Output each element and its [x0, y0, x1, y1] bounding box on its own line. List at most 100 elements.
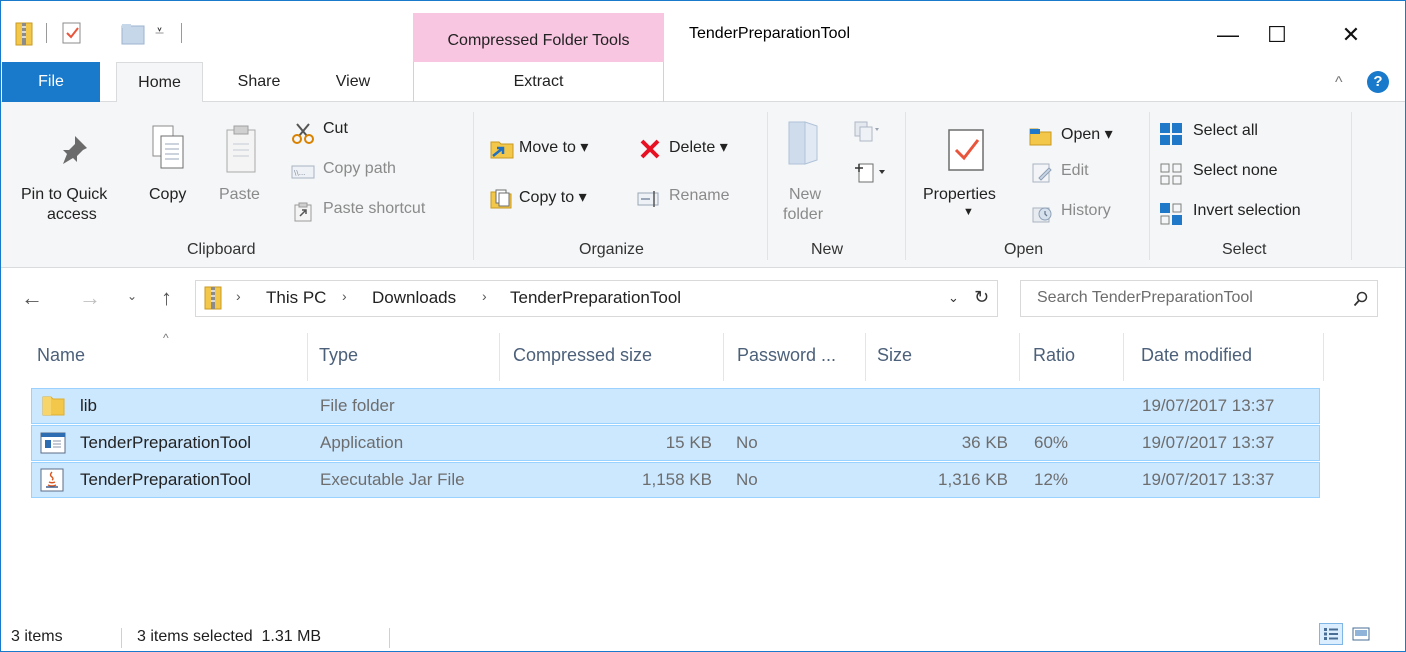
invert-selection-label: Invert selection	[1193, 202, 1301, 219]
select-all-button[interactable]: Select all	[1159, 120, 1339, 148]
sort-ascending-icon: ^	[163, 331, 169, 345]
file-date-modified: 19/07/2017 13:37	[1142, 433, 1275, 452]
delete-button[interactable]: Delete ▾	[637, 134, 757, 164]
new-folder-icon	[788, 121, 818, 165]
organize-group-label: Organize	[579, 241, 644, 258]
properties-button[interactable]: Properties ▼	[919, 122, 1019, 232]
pin-label-line1: Pin to Quick	[21, 186, 108, 203]
column-header-size[interactable]: Size	[877, 345, 912, 366]
address-bar[interactable]: › This PC › Downloads › TenderPreparatio…	[195, 280, 998, 317]
explorer-window: ⩡ Compressed Folder Tools TenderPreparat…	[0, 0, 1406, 652]
file-ratio: 12%	[1034, 470, 1069, 489]
qat-separator	[46, 23, 47, 43]
context-tab-group-label: Compressed Folder Tools	[447, 32, 630, 49]
copy-to-label: Copy to ▾	[519, 189, 587, 206]
back-icon[interactable]: ←	[21, 285, 43, 311]
application-icon	[40, 432, 66, 454]
table-row[interactable]: TenderPreparationTool Application 15 KB …	[31, 425, 1320, 461]
up-icon[interactable]: ↑	[161, 285, 172, 311]
properties-icon[interactable]	[61, 21, 83, 45]
select-none-button[interactable]: Select none	[1159, 160, 1339, 188]
close-button[interactable]: ✕	[1328, 15, 1374, 55]
qat-customize-icon[interactable]: ⩡	[155, 23, 164, 41]
tab-extract[interactable]: Extract	[413, 62, 664, 102]
move-to-label: Move to ▾	[519, 139, 589, 156]
qat-separator	[181, 23, 182, 43]
details-view-icon	[1324, 628, 1338, 640]
search-box[interactable]: Search TenderPreparationTool	[1020, 280, 1378, 317]
maximize-button[interactable]: ☐	[1254, 15, 1300, 55]
copy-path-button: \\... Copy path	[291, 160, 431, 186]
breadcrumb-this-pc[interactable]: This PC	[266, 288, 326, 308]
file-compressed-size: 15 KB	[665, 433, 712, 452]
column-separator[interactable]	[499, 333, 500, 381]
new-folder-label-line1: New	[789, 186, 822, 203]
breadcrumb-downloads[interactable]: Downloads	[372, 288, 456, 308]
details-view-button[interactable]	[1319, 623, 1343, 645]
address-dropdown-icon[interactable]: ⌄	[948, 290, 959, 306]
column-header-ratio[interactable]: Ratio	[1033, 345, 1075, 366]
open-button[interactable]: Open ▾	[1029, 122, 1149, 150]
select-none-label: Select none	[1193, 162, 1278, 179]
paste-shortcut-icon	[294, 202, 312, 222]
compressed-folder-tools-tab-group: Compressed Folder Tools	[413, 13, 664, 62]
tab-home[interactable]: Home	[116, 62, 203, 103]
scissors-icon	[292, 123, 314, 144]
edit-icon	[1032, 163, 1052, 183]
group-separator	[767, 112, 768, 260]
refresh-icon[interactable]: ↻	[974, 287, 989, 308]
column-header-date-modified[interactable]: Date modified	[1141, 345, 1252, 366]
search-icon[interactable]	[1353, 291, 1369, 307]
column-separator[interactable]	[1323, 333, 1324, 381]
delete-label: Delete ▾	[669, 139, 728, 156]
properties-dropdown-icon[interactable]: ▼	[963, 206, 974, 218]
rename-button: Rename	[637, 184, 757, 214]
select-none-icon	[1160, 163, 1182, 185]
select-all-label: Select all	[1193, 122, 1258, 139]
column-separator[interactable]	[1019, 333, 1020, 381]
copy-button[interactable]: Copy	[143, 122, 199, 222]
column-separator[interactable]	[865, 333, 866, 381]
column-separator[interactable]	[307, 333, 308, 381]
recent-locations-icon[interactable]: ⌄	[127, 289, 137, 303]
tab-view[interactable]: View	[323, 62, 383, 102]
copy-to-button[interactable]: Copy to ▾	[489, 184, 619, 214]
invert-selection-button[interactable]: Invert selection	[1159, 200, 1349, 228]
cut-button[interactable]: Cut	[291, 120, 431, 146]
navigation-bar: ← → ⌄ ↑ › This PC › Downloads › TenderPr…	[1, 268, 1405, 330]
file-type: File folder	[320, 396, 395, 415]
open-label: Open ▾	[1061, 126, 1113, 143]
cut-label: Cut	[323, 120, 348, 137]
minimize-ribbon-icon[interactable]: ^	[1335, 74, 1343, 92]
tab-file[interactable]: File	[2, 62, 100, 102]
file-password: No	[736, 433, 758, 452]
breadcrumb-tenderpreparationtool[interactable]: TenderPreparationTool	[510, 288, 681, 308]
help-icon[interactable]: ?	[1367, 71, 1389, 93]
file-name: TenderPreparationTool	[80, 433, 252, 452]
invert-selection-icon	[1160, 203, 1182, 225]
tab-share[interactable]: Share	[219, 62, 299, 102]
open-folder-icon	[1029, 128, 1052, 146]
column-separator[interactable]	[723, 333, 724, 381]
table-row[interactable]: TenderPreparationTool Executable Jar Fil…	[31, 462, 1320, 498]
column-separator[interactable]	[1123, 333, 1124, 381]
minimize-button[interactable]: —	[1205, 15, 1251, 55]
column-header-password[interactable]: Password ...	[737, 345, 836, 366]
column-header-type[interactable]: Type	[319, 345, 358, 366]
search-input[interactable]: Search TenderPreparationTool	[1037, 289, 1253, 307]
table-row[interactable]: lib File folder 19/07/2017 13:37	[31, 388, 1320, 424]
new-folder-icon[interactable]	[121, 23, 147, 45]
history-icon	[1032, 207, 1052, 223]
large-icons-view-button[interactable]	[1349, 623, 1373, 645]
select-all-icon	[1160, 123, 1182, 145]
move-to-button[interactable]: Move to ▾	[489, 134, 619, 164]
pin-to-quick-access-button[interactable]: Pin to Quick access	[17, 122, 127, 232]
new-item-icon	[854, 121, 879, 142]
easy-access-button[interactable]	[853, 160, 893, 190]
delete-icon	[640, 139, 660, 159]
history-label: History	[1061, 202, 1111, 219]
zip-folder-icon	[15, 22, 33, 46]
column-header-name[interactable]: Name	[37, 345, 85, 366]
group-separator	[1149, 112, 1150, 260]
column-header-compressed-size[interactable]: Compressed size	[513, 345, 652, 366]
